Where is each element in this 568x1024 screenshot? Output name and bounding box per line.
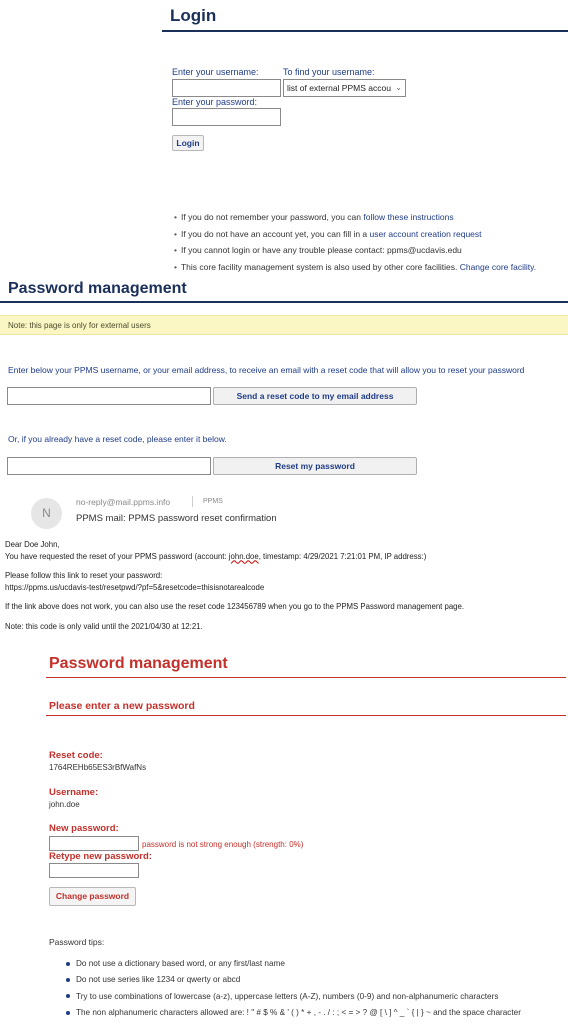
avatar: N	[31, 498, 62, 529]
reset-password-panel: Password management Please enter a new p…	[0, 653, 568, 1024]
list-item: • This core facility management system is…	[174, 259, 568, 276]
divider	[192, 496, 193, 507]
find-username-label: To find your username:	[283, 67, 375, 77]
password-input[interactable]	[172, 108, 281, 126]
email-text: , timestamp: 4/29/2021 7:21:01 PM, IP ad…	[258, 551, 427, 561]
email-line-follow: Please follow this link to reset your pa…	[5, 571, 163, 580]
info-text: If you do not remember your password, yo…	[180, 212, 364, 222]
email-panel: N no-reply@mail.ppms.info PPMS PPMS mail…	[0, 490, 568, 650]
info-text: If you cannot login or have any trouble …	[180, 245, 462, 255]
bullet-icon	[66, 1010, 70, 1015]
info-text: This core facility management system is …	[180, 261, 460, 272]
title-divider	[0, 301, 568, 303]
tip-text: The non alphanumeric characters allowed …	[76, 1007, 521, 1017]
email-text: You have requested the reset of your PPM…	[5, 551, 229, 561]
subtitle-divider	[46, 715, 566, 716]
password-strength-message: password is not strong enough (strength:…	[142, 840, 304, 849]
password-management-panel: Password management Note: this page is o…	[0, 277, 568, 487]
login-title: Login	[170, 6, 217, 25]
bullet-icon: •	[174, 261, 177, 272]
external-accounts-select[interactable]: list of external PPMS accou ⌄	[283, 79, 406, 97]
login-title-divider	[162, 30, 568, 32]
login-info-list: • If you do not remember your password, y…	[174, 209, 568, 275]
list-item: Do not use series like 1234 or qwerty or…	[66, 972, 521, 988]
bullet-icon	[66, 978, 70, 983]
list-item: The non alphanumeric characters allowed …	[66, 1005, 521, 1021]
new-password-label: New password:	[49, 823, 119, 834]
email-account: john.doe	[228, 551, 259, 561]
bullet-icon: •	[174, 212, 177, 222]
email-line-validity: Note: this code is only valid until the …	[5, 621, 203, 631]
password-tips-list: Do not use a dictionary based word, or a…	[66, 956, 521, 1021]
chevron-down-icon: ⌄	[395, 83, 402, 92]
new-password-input[interactable]	[49, 836, 139, 851]
change-core-facility-link[interactable]: Change core facility.	[460, 262, 536, 272]
page-title: Password management	[8, 280, 187, 297]
reset-instruction: Enter below your PPMS username, or your …	[8, 365, 525, 375]
reset-subtitle: Please enter a new password	[49, 700, 195, 712]
username-input[interactable]	[172, 79, 281, 97]
login-panel: Login Enter your username: To find your …	[162, 0, 568, 272]
external-accounts-select-value: list of external PPMS accou	[287, 83, 391, 93]
password-label: Enter your password:	[172, 97, 258, 107]
reset-password-button[interactable]: Reset my password	[213, 457, 417, 475]
email-line-reset-code: If the link above does not work, you can…	[5, 602, 465, 611]
list-item: Try to use combinations of lowercase (a-…	[66, 989, 521, 1005]
reset-code-label: Reset code:	[49, 750, 103, 761]
retype-password-label: Retype new password:	[49, 851, 152, 862]
email-greeting: Dear Doe John,	[5, 540, 60, 549]
reset-code-value: 1764REHb65ES3rBfWafNs	[49, 763, 147, 772]
change-password-button[interactable]: Change password	[49, 887, 136, 906]
email-tag: PPMS	[203, 498, 223, 505]
reset-code-input[interactable]	[7, 457, 211, 475]
send-reset-code-button[interactable]: Send a reset code to my email address	[213, 387, 417, 405]
username-label: Enter your username:	[172, 67, 259, 77]
list-item: Do not use a dictionary based word, or a…	[66, 956, 521, 972]
bullet-icon: •	[174, 228, 177, 239]
email-subject: PPMS mail: PPMS password reset confirmat…	[76, 513, 277, 524]
reset-code-prompt: Or, if you already have a reset code, pl…	[8, 434, 227, 444]
username-or-email-input[interactable]	[7, 387, 211, 405]
bullet-icon: •	[174, 245, 177, 255]
password-tips-heading: Password tips:	[49, 937, 105, 947]
account-request-link[interactable]: user account creation request	[370, 229, 482, 239]
list-item: • If you do not remember your password, y…	[174, 209, 568, 226]
tip-text: Try to use combinations of lowercase (a-…	[76, 991, 499, 1001]
login-button[interactable]: Login	[172, 135, 204, 151]
title-divider	[46, 677, 566, 678]
email-body: Dear Doe John, You have requested the re…	[5, 539, 567, 632]
external-users-note: Note: this page is only for external use…	[0, 315, 568, 335]
username-label: Username:	[49, 787, 99, 798]
retype-password-input[interactable]	[49, 863, 139, 878]
follow-instructions-link[interactable]: follow these instructions	[363, 212, 453, 222]
bullet-icon	[66, 961, 70, 966]
email-sender: no-reply@mail.ppms.info	[76, 497, 171, 507]
tip-text: Do not use series like 1234 or qwerty or…	[76, 975, 241, 985]
reset-page-title: Password management	[49, 655, 228, 672]
bullet-icon	[66, 994, 70, 999]
list-item: • If you do not have an account yet, you …	[174, 226, 568, 243]
info-text: If you do not have an account yet, you c…	[180, 228, 370, 239]
list-item: • If you cannot login or have any trouble…	[174, 242, 568, 259]
reset-link[interactable]: https://ppms.us/ucdavis-test/resetpwd/?p…	[5, 582, 567, 594]
tip-text: Do not use a dictionary based word, or a…	[76, 959, 285, 968]
username-value: john.doe	[49, 800, 80, 809]
email-line-request: You have requested the reset of your PPM…	[5, 551, 567, 563]
